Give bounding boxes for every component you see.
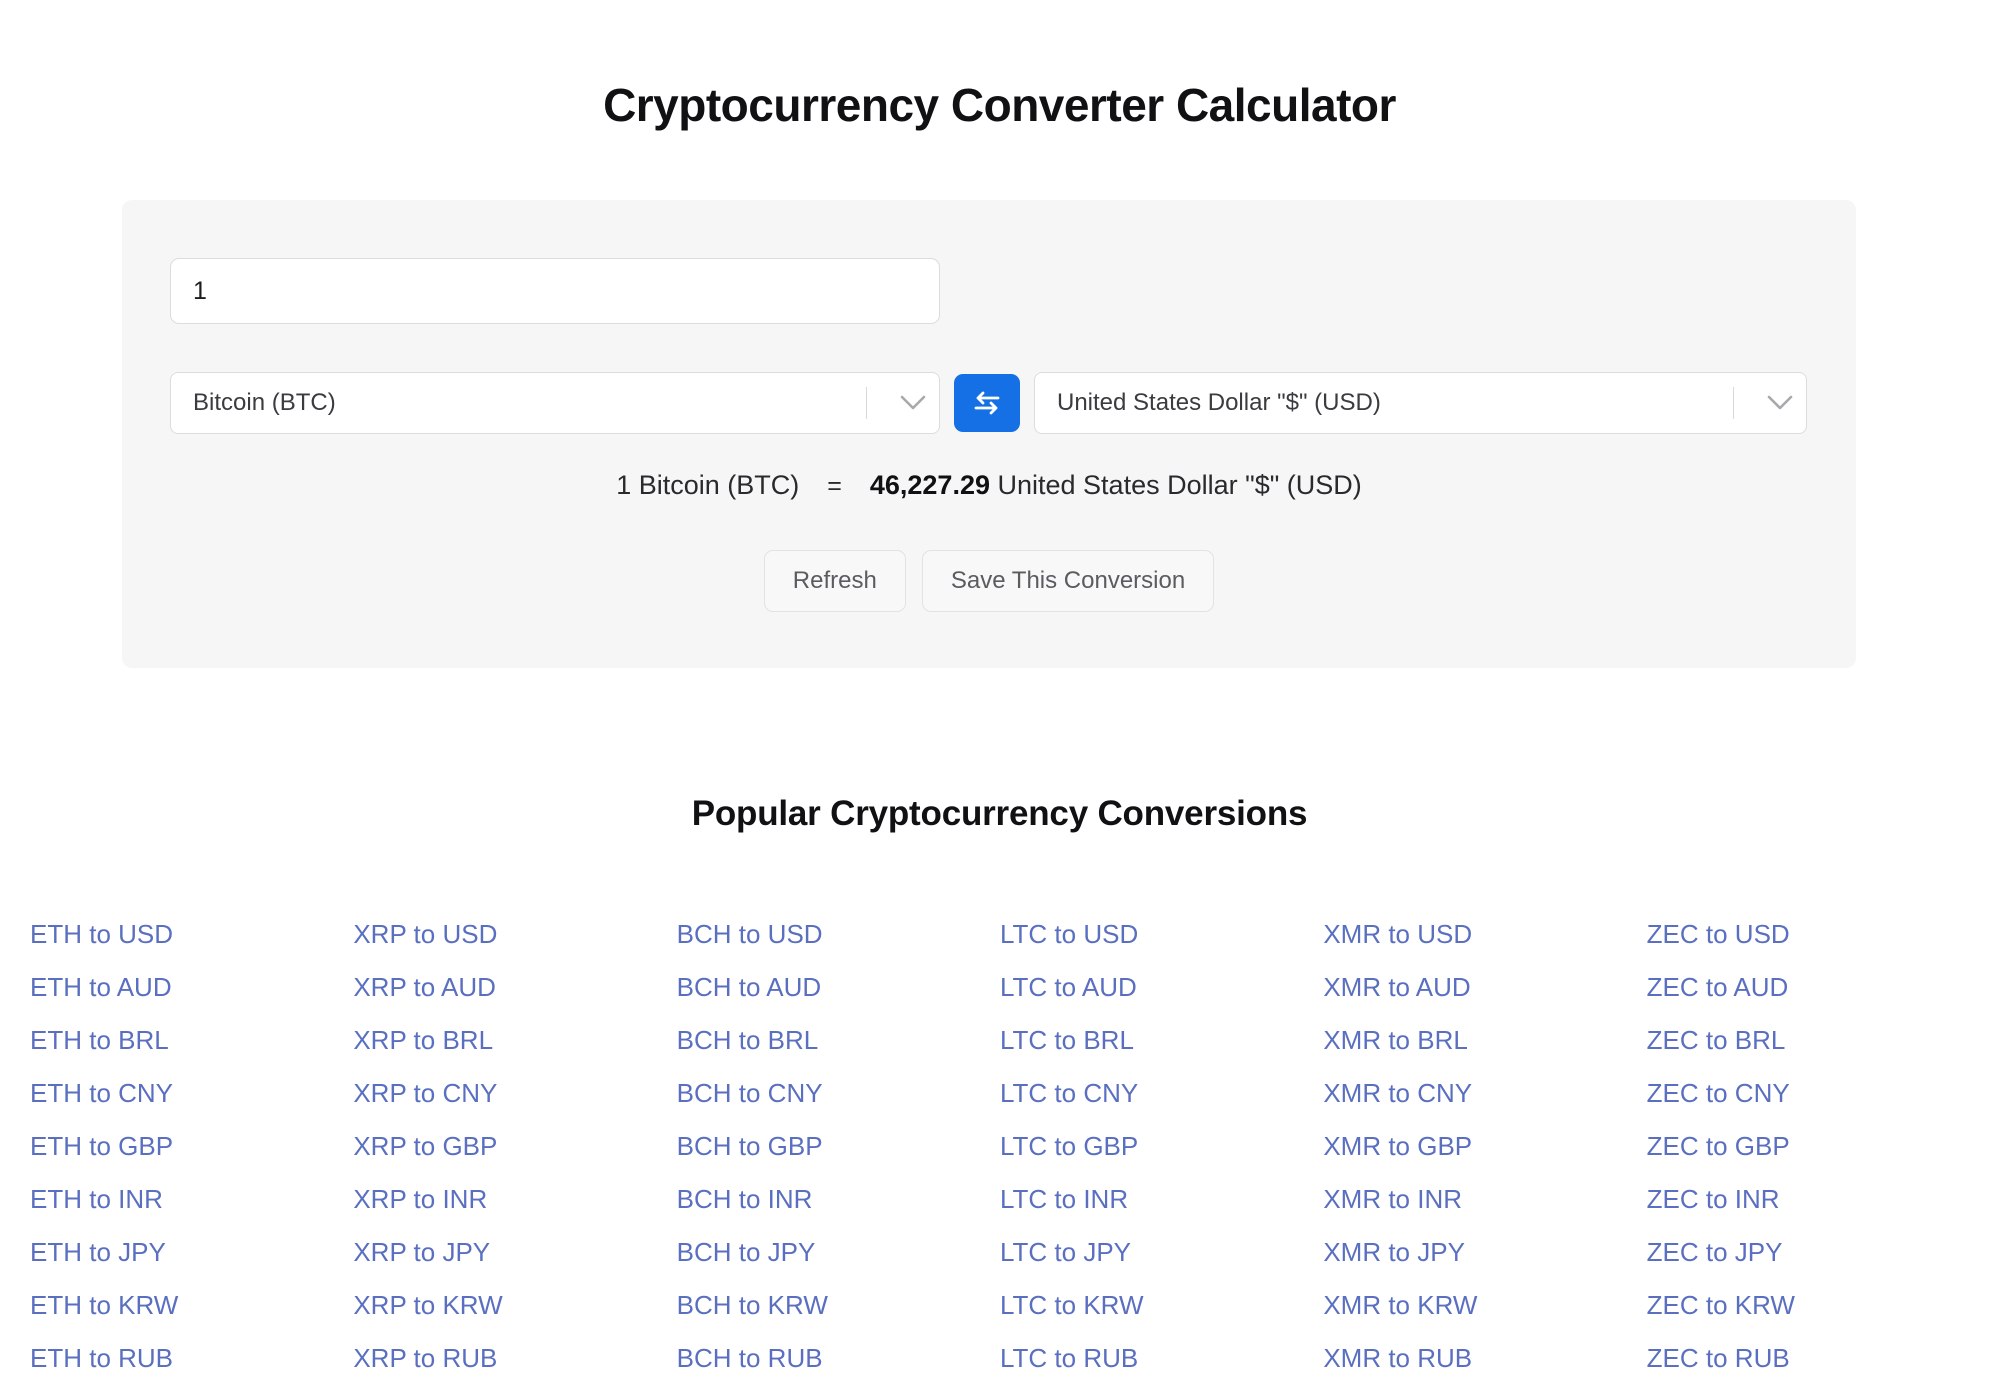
chevron-down-icon[interactable] — [1754, 395, 1806, 411]
conversion-link[interactable]: LTC to GBP — [1000, 1120, 1323, 1173]
conversion-link[interactable]: XMR to RUB — [1323, 1332, 1646, 1385]
conversion-link[interactable]: XRP to JPY — [353, 1226, 676, 1279]
conversion-link[interactable]: LTC to RUB — [1000, 1332, 1323, 1385]
conversion-link[interactable]: LTC to BRL — [1000, 1014, 1323, 1067]
conversion-result: 1 Bitcoin (BTC) = 46,227.29 United States … — [122, 470, 1856, 501]
result-converted-amount: 46,227.29 — [869, 470, 990, 500]
conversion-link[interactable]: ZEC to KRW — [1647, 1279, 1970, 1332]
result-source-amount: 1 Bitcoin (BTC) — [616, 470, 800, 500]
conversion-link[interactable]: BCH to JPY — [677, 1226, 1000, 1279]
conversion-link[interactable]: BCH to INR — [677, 1173, 1000, 1226]
result-equals-sign: = — [827, 472, 842, 500]
conversion-link[interactable]: XMR to GBP — [1323, 1120, 1646, 1173]
popular-conversions-grid: ETH to USD ETH to AUD ETH to BRL ETH to CNY… — [30, 908, 1970, 1385]
conversion-column-ltc: LTC to USD LTC to AUD LTC to BRL LTC to CNY… — [1000, 908, 1323, 1385]
popular-conversions-heading: Popular Cryptocurrency Conversions — [691, 794, 1308, 833]
conversion-link[interactable]: BCH to RUB — [677, 1332, 1000, 1385]
amount-input[interactable] — [170, 258, 940, 324]
conversion-column-xrp: XRP to USD XRP to AUD XRP to BRL XRP to CNY… — [353, 908, 676, 1385]
refresh-button[interactable]: Refresh — [763, 550, 906, 612]
conversion-link[interactable]: ZEC to INR — [1647, 1173, 1970, 1226]
conversion-link[interactable]: LTC to CNY — [1000, 1067, 1323, 1120]
conversion-column-bch: BCH to USD BCH to AUD BCH to BRL BCH to CNY… — [677, 908, 1000, 1385]
conversion-link[interactable]: LTC to INR — [1000, 1173, 1323, 1226]
conversion-link[interactable]: ZEC to CNY — [1647, 1067, 1970, 1120]
conversion-link[interactable]: XMR to JPY — [1323, 1226, 1646, 1279]
conversion-link[interactable]: ZEC to AUD — [1647, 961, 1970, 1014]
conversion-link[interactable]: XMR to USD — [1323, 908, 1646, 961]
conversion-link[interactable]: XMR to BRL — [1323, 1014, 1646, 1067]
conversion-link[interactable]: XMR to CNY — [1323, 1067, 1646, 1120]
conversion-link[interactable]: ETH to USD — [30, 908, 353, 961]
conversion-link[interactable]: ETH to BRL — [30, 1014, 353, 1067]
select-separator — [866, 387, 867, 419]
conversion-link[interactable]: ZEC to GBP — [1647, 1120, 1970, 1173]
converter-panel: Bitcoin (BTC) United States Dollar "$" (… — [122, 200, 1856, 668]
conversion-link[interactable]: XRP to RUB — [353, 1332, 676, 1385]
conversion-link[interactable]: LTC to KRW — [1000, 1279, 1323, 1332]
conversion-actions: Refresh Save This Conversion — [122, 550, 1856, 612]
page-title: Cryptocurrency Converter Calculator — [603, 79, 1396, 131]
select-separator — [1733, 387, 1734, 419]
conversion-link[interactable]: XRP to GBP — [353, 1120, 676, 1173]
swap-currencies-button[interactable] — [954, 374, 1020, 432]
conversion-column-zec: ZEC to USD ZEC to AUD ZEC to BRL ZEC to CNY… — [1647, 908, 1970, 1385]
conversion-link[interactable]: XMR to KRW — [1323, 1279, 1646, 1332]
conversion-link[interactable]: XRP to AUD — [353, 961, 676, 1014]
to-currency-value: United States Dollar "$" (USD) — [1057, 389, 1381, 416]
swap-arrows-icon — [972, 390, 1002, 416]
conversion-link[interactable]: BCH to AUD — [677, 961, 1000, 1014]
conversion-link[interactable]: ZEC to BRL — [1647, 1014, 1970, 1067]
from-currency-select[interactable]: Bitcoin (BTC) — [170, 372, 940, 434]
conversion-link[interactable]: XRP to INR — [353, 1173, 676, 1226]
from-currency-value: Bitcoin (BTC) — [193, 389, 336, 416]
conversion-link[interactable]: LTC to USD — [1000, 908, 1323, 961]
conversion-link[interactable]: ETH to AUD — [30, 961, 353, 1014]
conversion-link[interactable]: XRP to USD — [353, 908, 676, 961]
chevron-down-icon[interactable] — [887, 395, 939, 411]
conversion-link[interactable]: ETH to KRW — [30, 1279, 353, 1332]
conversion-link[interactable]: BCH to USD — [677, 908, 1000, 961]
conversion-link[interactable]: XRP to BRL — [353, 1014, 676, 1067]
conversion-link[interactable]: ETH to GBP — [30, 1120, 353, 1173]
conversion-link[interactable]: XMR to INR — [1323, 1173, 1646, 1226]
currency-selects-row: Bitcoin (BTC) United States Dollar "$" (… — [170, 372, 1807, 434]
conversion-link[interactable]: BCH to CNY — [677, 1067, 1000, 1120]
conversion-column-eth: ETH to USD ETH to AUD ETH to BRL ETH to CNY… — [30, 908, 353, 1385]
conversion-link[interactable]: XRP to KRW — [353, 1279, 676, 1332]
conversion-link[interactable]: ETH to JPY — [30, 1226, 353, 1279]
result-target-currency: United States Dollar "$" (USD) — [997, 470, 1362, 500]
conversion-link[interactable]: XMR to AUD — [1323, 961, 1646, 1014]
conversion-link[interactable]: ZEC to USD — [1647, 908, 1970, 961]
to-currency-select[interactable]: United States Dollar "$" (USD) — [1034, 372, 1807, 434]
conversion-link[interactable]: XRP to CNY — [353, 1067, 676, 1120]
conversion-column-xmr: XMR to USD XMR to AUD XMR to BRL XMR to CNY… — [1323, 908, 1646, 1385]
save-conversion-button[interactable]: Save This Conversion — [921, 550, 1215, 612]
conversion-link[interactable]: ZEC to RUB — [1647, 1332, 1970, 1385]
conversion-link[interactable]: BCH to GBP — [677, 1120, 1000, 1173]
conversion-link[interactable]: LTC to JPY — [1000, 1226, 1323, 1279]
conversion-link[interactable]: BCH to BRL — [677, 1014, 1000, 1067]
conversion-link[interactable]: ETH to RUB — [30, 1332, 353, 1385]
conversion-link[interactable]: ETH to CNY — [30, 1067, 353, 1120]
conversion-link[interactable]: ZEC to JPY — [1647, 1226, 1970, 1279]
conversion-link[interactable]: ETH to INR — [30, 1173, 353, 1226]
conversion-link[interactable]: BCH to KRW — [677, 1279, 1000, 1332]
amount-row — [170, 258, 940, 324]
conversion-link[interactable]: LTC to AUD — [1000, 961, 1323, 1014]
